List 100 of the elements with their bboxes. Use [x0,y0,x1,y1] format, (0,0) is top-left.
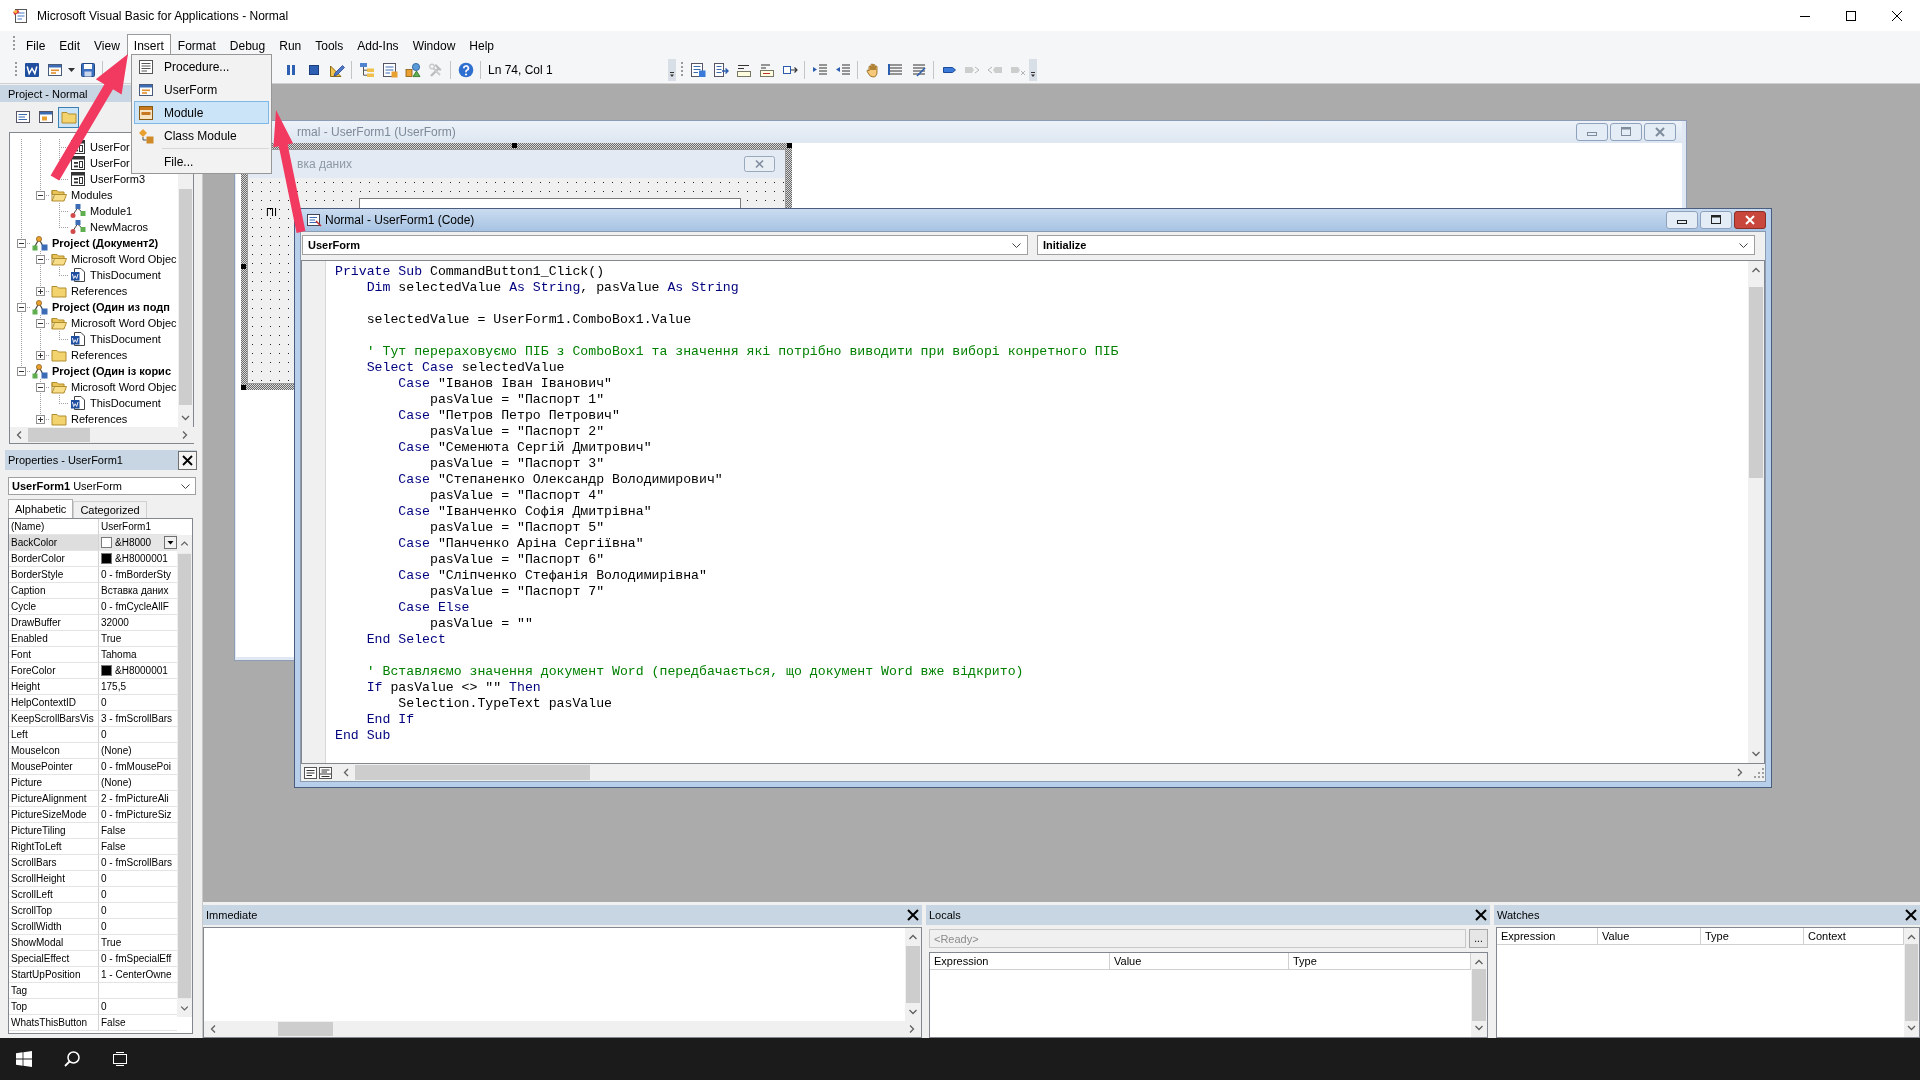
minus-box-icon[interactable] [36,318,45,328]
minimize-icon[interactable] [1666,211,1698,229]
call-stack-button[interactable]: ... [1469,929,1488,948]
grip-icon[interactable] [14,60,18,79]
tree-item[interactable]: UserForm3 [90,173,145,185]
indent-icon[interactable] [811,61,828,78]
tree-item[interactable]: UserFor [90,157,130,169]
vertical-scrollbar[interactable] [178,174,193,427]
tree-item[interactable]: UserFor [90,141,130,153]
save-icon[interactable] [79,61,96,78]
menu-item[interactable]: View [87,34,127,56]
combo-box[interactable] [359,198,741,208]
menu-item[interactable]: Edit [52,34,88,56]
plus-box-icon[interactable] [36,414,45,424]
tree-item[interactable]: References [71,285,128,297]
tree-item[interactable]: Microsoft Word Objec [71,253,177,265]
start-icon[interactable] [16,1051,32,1067]
menu-item[interactable]: File... [134,150,269,173]
caret-icon[interactable] [1012,242,1021,248]
minus-box-icon[interactable] [36,190,45,200]
menu-item[interactable]: Procedure... [134,55,269,78]
procedure-dropdown[interactable]: Initialize [1037,235,1755,255]
menu-item[interactable]: Insert [126,34,171,56]
caret-icon[interactable] [181,483,190,489]
menu-item[interactable]: Tools [308,34,351,56]
tree-item[interactable]: Modules [71,189,113,201]
tree-item[interactable]: Project (Один из подп [52,301,170,313]
horizontal-scrollbar[interactable] [204,1021,921,1037]
close-icon[interactable] [1734,211,1766,229]
column-header[interactable]: Expression [930,953,1110,969]
plus-box-icon[interactable] [36,350,45,360]
grip-icon[interactable] [12,35,16,53]
tree-item[interactable]: References [71,349,128,361]
toolbar-options-icon[interactable] [1029,58,1037,81]
hand-icon[interactable] [864,61,881,78]
grip-icon[interactable] [680,60,684,79]
tree-icon[interactable] [358,61,375,78]
tree-item[interactable]: Project (Один із корис [52,365,171,377]
tree-item[interactable]: ThisDocument [90,269,161,281]
list-arrow-icon[interactable] [712,61,729,78]
close-icon[interactable] [1474,908,1488,922]
column-header[interactable]: Value [1110,953,1289,969]
tab[interactable]: Alphabetic [8,499,74,518]
object-dropdown[interactable]: UserForm [302,235,1028,255]
tree-item[interactable]: ThisDocument [90,397,161,409]
vertical-scrollbar[interactable] [1904,928,1919,1037]
minus-box-icon[interactable] [17,302,26,312]
lines-divided-icon[interactable] [319,766,332,779]
close-icon[interactable] [906,908,920,922]
close-icon[interactable] [1892,10,1902,21]
resize-grip-icon[interactable] [1753,766,1765,779]
column-header[interactable]: Type [1701,928,1804,944]
toggle-folders-button[interactable] [58,106,79,128]
form-label[interactable]: ПІ [266,206,277,218]
maximize-icon[interactable] [1846,10,1856,21]
minus-box-icon[interactable] [36,382,45,392]
application-icon[interactable] [23,61,40,78]
tree-item[interactable]: ThisDocument [90,333,161,345]
tooltip-lines-icon[interactable] [758,61,775,78]
minus-box-icon[interactable] [36,254,45,264]
list-window-icon[interactable] [689,61,706,78]
toolbar-options-icon[interactable] [668,58,676,81]
caret-icon[interactable] [1739,242,1748,248]
close-icon[interactable] [178,450,197,470]
column-header[interactable]: Value [1598,928,1701,944]
column-header[interactable]: Expression [1497,928,1598,944]
vertical-scrollbar[interactable] [905,928,921,1021]
tree-item[interactable]: Microsoft Word Objec [71,317,177,329]
property-sheet-icon[interactable] [381,61,398,78]
menu-item[interactable]: Debug [222,34,273,56]
help-icon[interactable] [457,61,474,78]
menu-item[interactable]: Class Module [134,124,269,147]
vertical-scrollbar[interactable] [1471,953,1487,1037]
tree-item[interactable]: Microsoft Word Objec [71,381,177,393]
horizontal-scrollbar[interactable] [10,427,194,443]
maximize-icon[interactable] [1700,211,1732,229]
lines-icon[interactable] [304,766,317,779]
uncomment-lines-icon[interactable] [910,61,927,78]
resize-handle-icon[interactable] [241,264,246,269]
plus-box-icon[interactable] [36,286,45,296]
comment-lines-icon[interactable] [887,61,904,78]
menu-item[interactable]: Help [462,34,501,56]
tree-item[interactable]: Module1 [90,205,133,217]
menu-item[interactable]: Run [272,34,309,56]
caret-icon[interactable] [67,67,75,72]
minus-box-icon[interactable] [17,238,26,248]
shapes-icon[interactable] [404,61,421,78]
resize-handle-icon[interactable] [241,385,246,390]
search-icon[interactable] [64,1051,80,1067]
object-dropdown[interactable]: UserForm1 UserForm [8,477,196,495]
minus-box-icon[interactable] [17,366,26,376]
tree-item[interactable]: References [71,413,128,425]
task-view-icon[interactable] [112,1051,128,1067]
menu-item[interactable]: Add-Ins [350,34,406,56]
menu-item[interactable]: Window [405,34,463,56]
tree-item[interactable]: Project (Документ2) [52,237,159,249]
tab[interactable]: Categorized [73,501,147,518]
tree-item[interactable]: NewMacros [90,221,149,233]
close-icon[interactable] [1904,908,1918,922]
menu-item[interactable]: File [19,34,53,56]
